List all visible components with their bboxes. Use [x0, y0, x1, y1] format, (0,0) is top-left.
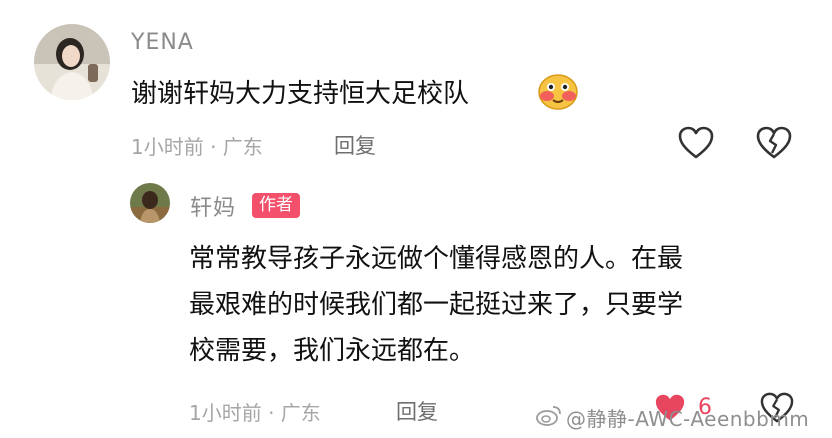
heart-outline-icon[interactable]	[678, 126, 714, 160]
reply-text-line: 常常教导孩子永远做个懂得感恩的人。在最	[189, 244, 684, 274]
author-badge: 作者	[252, 193, 300, 218]
commenter-username[interactable]: YENA	[131, 30, 194, 55]
author-avatar[interactable]	[130, 183, 170, 223]
comment-text: 谢谢轩妈大力支持恒大足校队	[131, 73, 469, 110]
face-emoji	[536, 71, 580, 111]
watermark-text: @静静-AWC-Aeenbbmm	[566, 407, 810, 431]
comment-text-content: 谢谢轩妈大力支持恒大足校队	[131, 79, 470, 109]
reply-reply-button[interactable]: 回复	[396, 396, 438, 426]
broken-heart-icon[interactable]	[756, 126, 792, 160]
author-username[interactable]: 轩妈	[190, 190, 236, 222]
reply-text-line: 最艰难的时候我们都一起挺过来了，只要学	[189, 290, 684, 320]
comment-reply-button[interactable]: 回复	[334, 130, 376, 160]
reply-text-line: 校需要，我们永远都在。	[189, 336, 476, 366]
weibo-icon	[536, 404, 562, 430]
reply-text: 常常教导孩子永远做个懂得感恩的人。在最 最艰难的时候我们都一起挺过来了，只要学 …	[189, 236, 683, 374]
comment-meta: 1小时前 · 广东	[131, 135, 263, 159]
reply-meta: 1小时前 · 广东	[189, 401, 321, 425]
commenter-avatar[interactable]	[34, 24, 110, 100]
